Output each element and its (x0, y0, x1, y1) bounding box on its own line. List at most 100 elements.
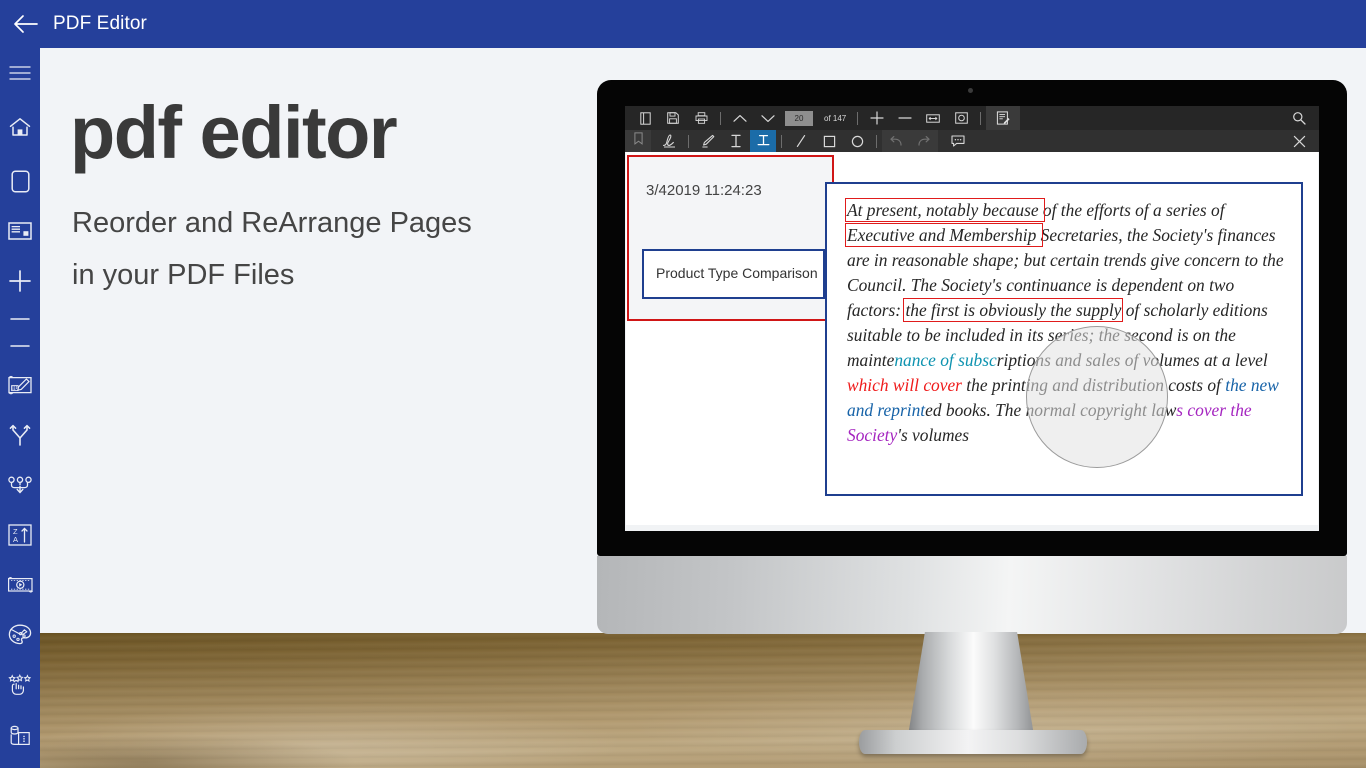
hamburger-menu-icon (9, 65, 31, 81)
undo-button[interactable] (882, 130, 910, 152)
sidebar-item-home[interactable] (0, 98, 40, 156)
minus-icon (10, 317, 30, 321)
toolbar-divider (720, 111, 721, 125)
previous-page-button[interactable] (726, 107, 754, 129)
page-subtitle: Reorder and ReArrange Pages in your PDF … (72, 198, 632, 301)
save-button[interactable] (659, 107, 687, 129)
monitor-chin (597, 556, 1347, 634)
sidebar-item-remove-2[interactable] (0, 332, 40, 360)
monitor-bezel: 20 of 147 3/42019 11:24:23 Product Type … (597, 80, 1347, 556)
tool-rectangle-button[interactable] (815, 130, 843, 152)
sidebar-item-palette[interactable] (0, 610, 40, 660)
webcam-dot (968, 88, 973, 93)
chevron-down-icon (761, 114, 775, 123)
highlighter-icon (701, 134, 715, 148)
sidebar-item-remove-1[interactable] (0, 306, 40, 332)
tool-highlight-button[interactable] (694, 130, 722, 152)
toolbar-divider (781, 134, 782, 148)
tool-strikeout-button[interactable] (750, 130, 776, 152)
paragraph-run-0: At present, notably because (845, 198, 1045, 222)
plus-icon (8, 269, 32, 293)
pdf-page: 3/42019 11:24:23 Product Type Comparison… (626, 152, 1318, 525)
paragraph-run-13: 's volumes (897, 425, 970, 445)
minus-icon (898, 116, 912, 120)
screenshot-root: PDF Editor Z A pdf editor Reorder and Re… (0, 0, 1366, 768)
ellipse-icon (851, 135, 864, 148)
left-box-label: Product Type Comparison (656, 265, 818, 281)
annotation-blue-box-main[interactable]: At present, notably because of the effor… (825, 182, 1303, 496)
next-page-button[interactable] (754, 107, 782, 129)
stamp-page-icon (8, 724, 32, 746)
sort-za-icon: Z A (8, 524, 32, 546)
toolbar-divider (876, 134, 877, 148)
sparkle-cursor-icon (7, 674, 33, 696)
bookmark-button[interactable] (625, 130, 651, 152)
annotation-red-box-left[interactable]: 3/42019 11:24:23 Product Type Comparison (627, 155, 834, 321)
app-title: PDF Editor (53, 13, 147, 34)
text-cursor-icon (730, 134, 742, 148)
merge-arrows-icon (7, 474, 33, 496)
sidebar-item-stamp[interactable] (0, 710, 40, 760)
tool-text-button[interactable] (722, 130, 750, 152)
sidebar-item-add[interactable] (0, 256, 40, 306)
annotate-button[interactable] (986, 106, 1021, 130)
redo-button[interactable] (910, 130, 938, 152)
document-timestamp: 3/42019 11:24:23 (646, 182, 762, 199)
fit-page-button[interactable] (947, 107, 975, 129)
print-button[interactable] (687, 107, 715, 129)
rectangle-icon (823, 135, 836, 148)
home-icon (9, 117, 31, 137)
tool-line-button[interactable] (787, 130, 815, 152)
sidebar-item-page[interactable] (0, 156, 40, 206)
search-icon (1292, 111, 1306, 125)
tool-signature-button[interactable] (655, 130, 683, 152)
undo-icon (889, 135, 903, 147)
desk-surface (40, 633, 1366, 768)
tool-ellipse-button[interactable] (843, 130, 871, 152)
card-icon (8, 222, 32, 240)
paragraph-run-1: of the efforts of a series of (1042, 200, 1225, 220)
bookmark-icon (633, 132, 643, 150)
split-arrows-icon (8, 423, 32, 447)
zoom-in-button[interactable] (863, 107, 891, 129)
toolbar-divider (688, 134, 689, 148)
paragraph-run-6: nance of subsc (894, 350, 997, 370)
search-button[interactable] (1285, 107, 1313, 129)
open-book-button[interactable] (631, 107, 659, 129)
sidebar-item-split[interactable] (0, 410, 40, 460)
pdf-document-canvas[interactable]: 3/42019 11:24:23 Product Type Comparison… (625, 152, 1319, 531)
blueprint-edit-icon (7, 374, 33, 396)
monitor-screen: 20 of 147 3/42019 11:24:23 Product Type … (625, 106, 1319, 531)
close-toolbar-button[interactable] (1285, 130, 1313, 152)
document-paragraph: At present, notably because of the effor… (845, 198, 1287, 448)
sidebar-item-blueprint-edit[interactable] (0, 360, 40, 410)
app-header-bar: PDF Editor (0, 0, 1366, 48)
annotate-page-icon (996, 111, 1010, 125)
paragraph-run-4: the first is obviously the supply (903, 298, 1124, 322)
fit-width-button[interactable] (919, 107, 947, 129)
chevron-up-icon (733, 114, 747, 123)
page-number-input[interactable]: 20 (785, 110, 813, 126)
sidebar-item-media[interactable] (0, 560, 40, 610)
sidebar-item-menu[interactable] (0, 48, 40, 98)
paragraph-run-2: Executive and Membership (845, 223, 1043, 247)
redo-icon (917, 135, 931, 147)
page-icon (10, 169, 30, 193)
paint-palette-icon (8, 624, 32, 646)
sidebar-item-sort[interactable]: Z A (0, 510, 40, 560)
strikethrough-icon (757, 134, 770, 148)
zoom-out-button[interactable] (891, 107, 919, 129)
sidebar-item-effects[interactable] (0, 660, 40, 710)
save-disk-icon (667, 112, 679, 124)
svg-text:A: A (13, 535, 18, 544)
paragraph-run-7: riptions and sales of volumes at a level (996, 350, 1268, 370)
paragraph-run-9: the printing and distribution costs of (961, 375, 1226, 395)
sidebar-item-merge[interactable] (0, 460, 40, 510)
sidebar-item-card[interactable] (0, 206, 40, 256)
annotation-blue-box-left[interactable]: Product Type Comparison (642, 249, 825, 299)
paragraph-run-8: which will cover (847, 375, 962, 395)
back-arrow-icon[interactable] (13, 13, 39, 35)
page-title: pdf editor (70, 91, 398, 174)
fit-width-icon (926, 113, 941, 124)
tool-comment-button[interactable] (944, 130, 972, 152)
